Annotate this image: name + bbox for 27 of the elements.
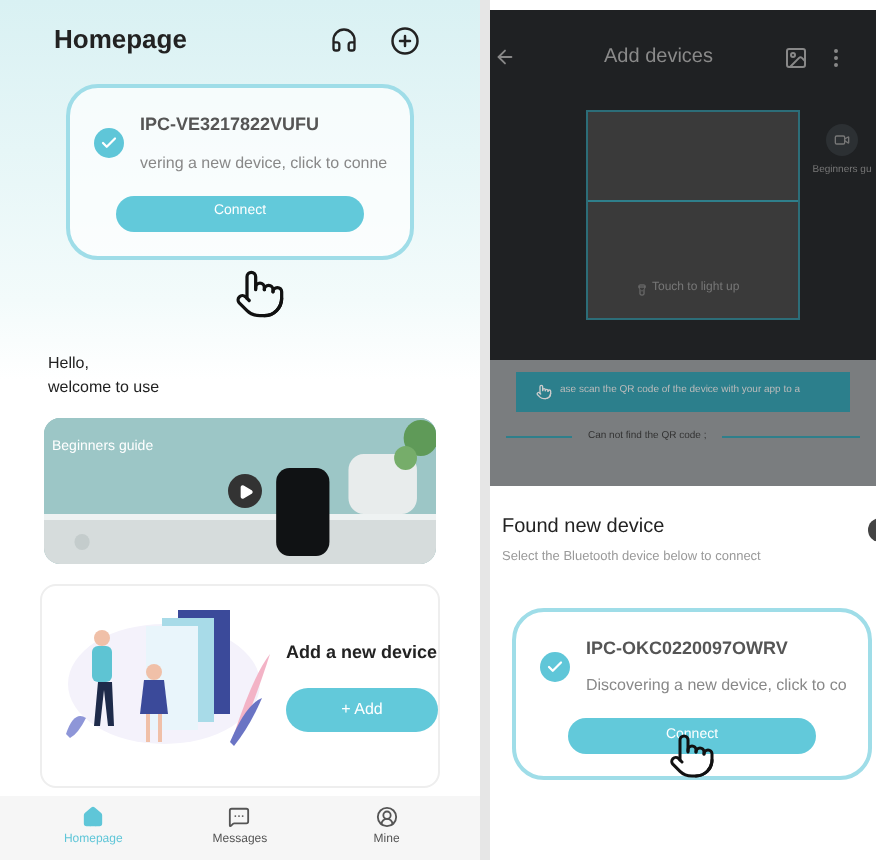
page-title: Homepage [54,22,187,59]
user-icon [375,806,398,828]
greeting-text: Hello, [48,352,91,376]
add-device-title: Add a new device [286,640,438,667]
check-icon[interactable] [540,652,570,682]
flashlight-icon [636,283,648,295]
hand-pointer-icon [668,731,716,780]
back-icon[interactable] [494,46,516,68]
gallery-icon[interactable] [784,45,809,69]
home-icon [82,806,105,828]
device-name: IPC-OKC0220097OWRV [586,635,790,662]
add-icon[interactable] [390,25,420,55]
hand-pointer-icon [234,268,286,320]
greeting-text: welcome to use [48,376,162,400]
hand-icon [536,384,552,400]
sheet-title: Found new device [502,513,665,541]
device-status: Discovering a new device, click to co [586,674,844,699]
headset-icon[interactable] [330,26,358,54]
device-name: IPC-VE3217822VUFU [140,112,322,138]
check-icon[interactable] [94,128,124,159]
guide-button[interactable] [826,124,858,156]
message-icon [228,806,251,828]
video-icon [834,132,850,148]
scanner-title: Add devices [604,44,713,72]
add-button[interactable]: + Add [286,687,438,732]
device-status: vering a new device, click to conne [140,151,386,175]
play-icon [237,483,253,499]
